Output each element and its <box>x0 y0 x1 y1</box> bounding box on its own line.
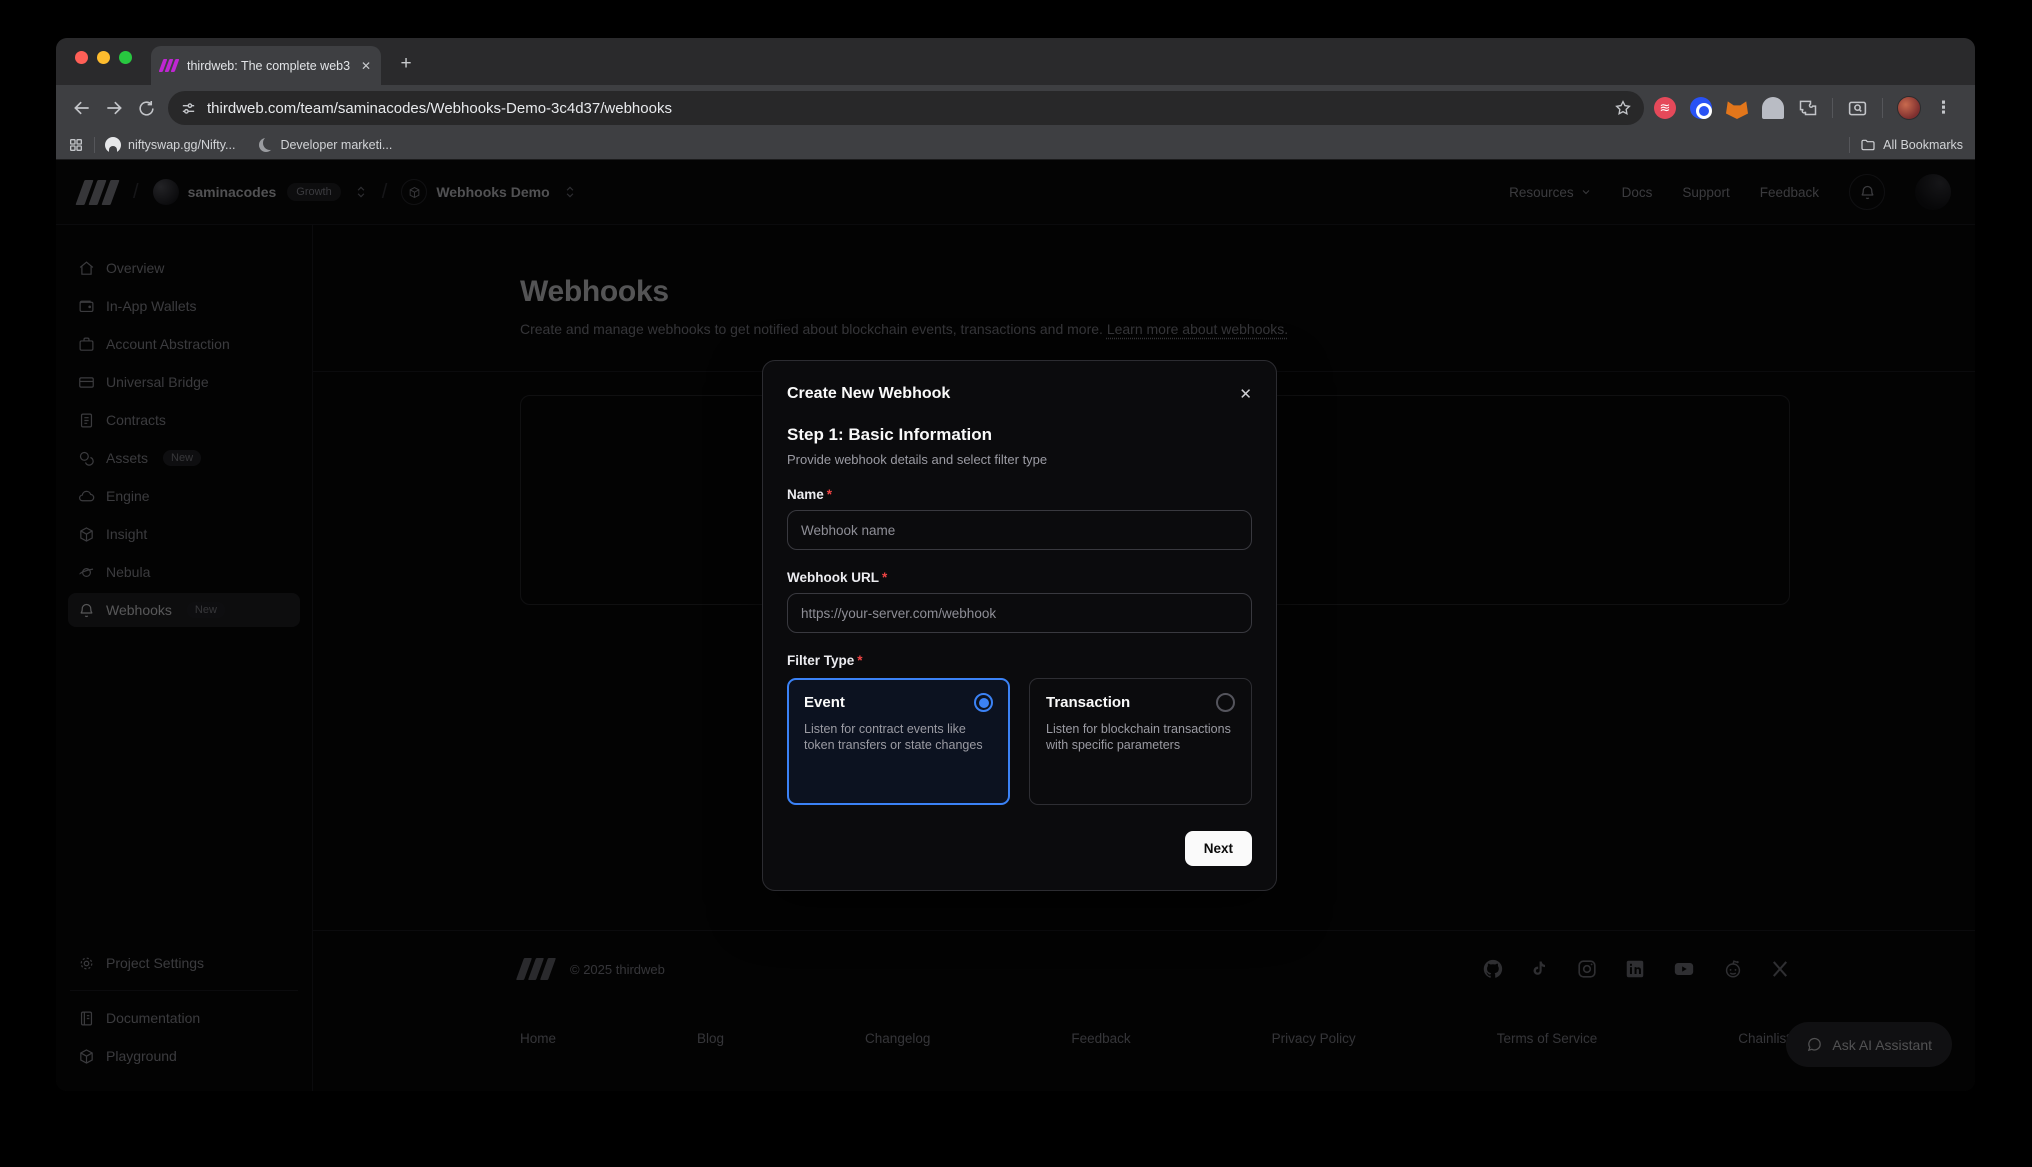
back-icon[interactable] <box>66 92 98 124</box>
webhook-url-label: Webhook URL* <box>787 570 1252 585</box>
search-tabs-icon[interactable] <box>1847 98 1868 119</box>
bookmarks-bar: niftyswap.gg/Nifty... Developer marketi.… <box>56 131 1975 160</box>
next-button[interactable]: Next <box>1185 831 1252 866</box>
github-favicon-icon <box>105 137 121 153</box>
site-settings-icon[interactable] <box>180 100 197 117</box>
name-label: Name* <box>787 487 1252 502</box>
step-subtitle: Provide webhook details and select filte… <box>787 452 1252 467</box>
extension-icon[interactable] <box>1654 97 1676 119</box>
extensions-row: ⋮ <box>1654 96 1952 120</box>
new-tab-button[interactable]: + <box>392 50 420 78</box>
modal-title: Create New Webhook <box>787 385 950 403</box>
tab-strip: thirdweb: The complete web3 ✕ + <box>56 38 1975 85</box>
create-webhook-modal: Create New Webhook ✕ Step 1: Basic Infor… <box>762 360 1277 891</box>
filter-option-transaction[interactable]: Transaction Listen for blockchain transa… <box>1029 678 1252 805</box>
close-icon[interactable]: ✕ <box>1239 385 1252 403</box>
webhook-name-input[interactable] <box>787 510 1252 550</box>
radio-unselected-icon[interactable] <box>1216 693 1235 712</box>
extensions-puzzle-icon[interactable] <box>1798 98 1818 118</box>
browser-toolbar: thirdweb.com/team/saminacodes/Webhooks-D… <box>56 85 1975 131</box>
toolbar-separator <box>1832 98 1833 118</box>
bookmark-star-icon[interactable] <box>1614 99 1632 117</box>
webpage: / saminacodes Growth / Webhooks Demo <box>56 160 1975 1091</box>
reload-icon[interactable] <box>130 92 162 124</box>
toolbar-separator <box>1882 98 1883 118</box>
forward-icon[interactable] <box>98 92 130 124</box>
required-asterisk: * <box>857 653 862 668</box>
browser-profile-avatar[interactable] <box>1897 96 1921 120</box>
browser-tab[interactable]: thirdweb: The complete web3 ✕ <box>151 46 381 85</box>
metamask-icon[interactable] <box>1726 97 1748 119</box>
bookmarks-separator <box>1849 137 1850 153</box>
address-bar[interactable]: thirdweb.com/team/saminacodes/Webhooks-D… <box>168 91 1644 125</box>
filter-type-label: Filter Type* <box>787 653 1252 668</box>
step-title: Step 1: Basic Information <box>787 425 1252 445</box>
apps-grid-icon[interactable] <box>68 137 84 153</box>
bookmark-item[interactable]: Developer marketi... <box>259 138 392 152</box>
traffic-lights <box>75 51 132 64</box>
zoom-window-button[interactable] <box>119 51 132 64</box>
browser-menu-icon[interactable]: ⋮ <box>1935 98 1952 118</box>
bookmarks-separator <box>94 137 95 153</box>
minimize-window-button[interactable] <box>97 51 110 64</box>
required-asterisk: * <box>882 570 887 585</box>
radio-selected-icon[interactable] <box>974 693 993 712</box>
phantom-icon[interactable] <box>1762 97 1784 119</box>
required-asterisk: * <box>827 487 832 502</box>
all-bookmarks-button[interactable]: All Bookmarks <box>1860 137 1963 153</box>
browser-window: thirdweb: The complete web3 ✕ + thirdweb… <box>56 38 1975 1091</box>
webhook-url-input[interactable] <box>787 593 1252 633</box>
thirdweb-favicon-icon <box>161 59 179 72</box>
filter-option-event[interactable]: Event Listen for contract events like to… <box>787 678 1010 805</box>
all-bookmarks-label: All Bookmarks <box>1883 138 1963 152</box>
crescent-favicon-icon <box>259 138 273 152</box>
close-window-button[interactable] <box>75 51 88 64</box>
bookmark-item[interactable]: niftyswap.gg/Nifty... <box>105 137 235 153</box>
bookmark-label: niftyswap.gg/Nifty... <box>128 138 235 152</box>
tab-close-icon[interactable]: ✕ <box>361 59 371 73</box>
bookmark-label: Developer marketi... <box>280 138 392 152</box>
tab-title: thirdweb: The complete web3 <box>187 59 353 73</box>
extension-icon[interactable] <box>1690 97 1712 119</box>
folder-icon <box>1860 137 1876 153</box>
url-text[interactable]: thirdweb.com/team/saminacodes/Webhooks-D… <box>207 100 1604 117</box>
